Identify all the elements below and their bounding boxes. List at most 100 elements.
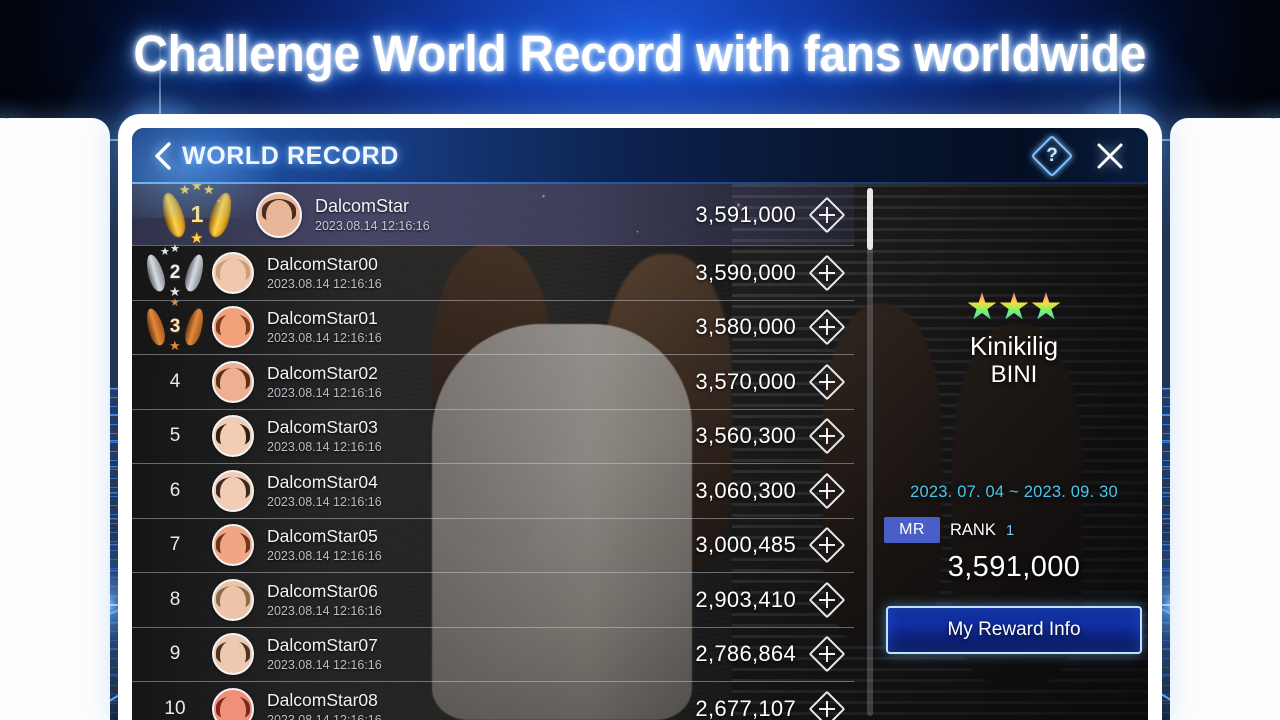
- player-name: DalcomStar00: [267, 253, 378, 274]
- mr-badge: MR: [884, 517, 940, 544]
- leaderboard-row[interactable]: 6 DalcomStar04 2023.08.14 12:16:16 3,060,30…: [132, 464, 854, 519]
- help-button[interactable]: ?: [1030, 134, 1074, 178]
- song-info-panel: Kinikilig BINI 2023. 07. 04 ~ 2023. 09. …: [880, 184, 1148, 720]
- wreath-leaf-right: [182, 252, 207, 294]
- player-name: DalcomStar01: [267, 308, 378, 329]
- medal-star: ★: [170, 242, 180, 255]
- player-record-date: 2023.08.14 12:16:16: [267, 603, 382, 618]
- rank-cell: 5: [138, 425, 212, 447]
- avatar-face: [220, 585, 246, 616]
- leaderboard-row[interactable]: 10 DalcomStar082023.08.14 12:16:16 2,677,1…: [132, 682, 854, 720]
- add-diamond-icon[interactable]: [808, 363, 846, 401]
- add-diamond-icon[interactable]: [808, 254, 846, 292]
- back-button[interactable]: [142, 128, 182, 184]
- avatar-face: [220, 422, 246, 452]
- rank-label: RANK: [950, 520, 996, 539]
- promo-banner: Challenge World Record with fans worldwi…: [0, 24, 1280, 83]
- avatar: [212, 633, 254, 676]
- song-title: Kinikilig: [969, 331, 1059, 361]
- player-name: DalcomStar08: [267, 690, 378, 711]
- player-score: 3,591,000: [695, 201, 796, 227]
- player-info: DalcomStar05 2023.08.14 12:16:16: [267, 526, 382, 564]
- side-device-frame-left: [0, 118, 110, 720]
- rank-medal-bronze-icon: ★ ★ 3: [143, 298, 207, 352]
- difficulty-star: [1031, 292, 1061, 320]
- leaderboard-row[interactable]: 8 DalcomStar06 2023.08.14 12:16:16 2,903,41…: [132, 573, 854, 628]
- avatar-face: [220, 476, 246, 507]
- add-diamond-icon[interactable]: [808, 196, 846, 233]
- leaderboard-scrollbar[interactable]: [867, 188, 873, 716]
- leaderboard-list[interactable]: ★★★★1DalcomStar2023.08.14 12:16:163,591,…: [132, 184, 854, 720]
- player-score: 3,560,300: [695, 423, 796, 449]
- player-name: DalcomStar07: [267, 635, 378, 656]
- player-score: 3,060,300: [695, 477, 796, 503]
- leaderboard-row[interactable]: 7 DalcomStar05 2023.08.14 12:16:16 3,000,48…: [132, 519, 854, 573]
- avatar-face: [220, 640, 246, 670]
- app-header: WORLD RECORD ?: [132, 128, 1148, 218]
- player-name: DalcomStar06: [267, 580, 378, 601]
- app-screen: WORLD RECORD ? ★ DalcomStar 2023.08.14 1…: [132, 128, 1148, 720]
- rank-cell: 9: [138, 643, 212, 665]
- player-record-date: 2023.08.14 12:16:16: [267, 549, 382, 564]
- header-actions: ?: [1030, 134, 1148, 178]
- rank-number: 9: [169, 643, 181, 665]
- player-info: DalcomStar01 2023.08.14 12:16:16: [267, 308, 382, 346]
- avatar-face: [220, 531, 246, 561]
- leaderboard-row[interactable]: 9 DalcomStar07 2023.08.14 12:16:16 2,786,86…: [132, 628, 854, 682]
- medal-star: ★: [160, 245, 170, 258]
- avatar: [212, 578, 254, 621]
- chevron-left-icon: [155, 142, 171, 170]
- rank-cell: 6: [138, 480, 212, 502]
- leaderboard-row[interactable]: 4 DalcomStar02 2023.08.14 12:16:16 3,570,00…: [132, 355, 854, 410]
- add-diamond-icon[interactable]: [808, 690, 846, 720]
- avatar: [212, 251, 254, 294]
- rank-cell: 10: [138, 698, 212, 720]
- difficulty-star: [999, 292, 1029, 320]
- rank-value: 1: [1005, 521, 1015, 539]
- add-diamond-icon[interactable]: [808, 308, 846, 346]
- plus-vertical: [826, 319, 828, 336]
- player-score: 2,786,864: [695, 641, 796, 667]
- add-diamond-icon[interactable]: [808, 526, 846, 564]
- plus-vertical: [826, 482, 828, 499]
- player-record-date: 2023.08.14 12:16:16: [267, 440, 382, 455]
- player-name: DalcomStar05: [267, 526, 378, 547]
- close-button[interactable]: [1090, 136, 1130, 176]
- player-score: 2,903,410: [695, 586, 796, 612]
- my-reward-info-label: My Reward Info: [947, 619, 1081, 641]
- player-name: DalcomStar03: [267, 417, 378, 438]
- scrollbar-thumb[interactable]: [867, 188, 873, 250]
- player-info: DalcomStar082023.08.14 12:16:16: [267, 690, 382, 720]
- plus-vertical: [826, 264, 828, 281]
- player-info: DalcomStar04 2023.08.14 12:16:16: [267, 472, 382, 510]
- device-frame: WORLD RECORD ? ★ DalcomStar 2023.08.14 1…: [118, 114, 1162, 720]
- leaderboard-row[interactable]: 5 DalcomStar03 2023.08.14 12:16:16 3,560,30…: [132, 410, 854, 464]
- add-diamond-icon[interactable]: [808, 417, 846, 455]
- plus-vertical: [826, 701, 828, 718]
- my-reward-info-button[interactable]: My Reward Info: [886, 606, 1142, 655]
- leaderboard-row[interactable]: ★ ★ ★ 2 DalcomStar00 2023.08.14 12:16:16 3,590…: [132, 242, 854, 301]
- player-score: 2,677,107: [695, 696, 796, 720]
- add-diamond-icon[interactable]: [808, 472, 846, 510]
- plus-vertical: [826, 206, 828, 223]
- player-record-date: 2023.08.14 12:16:16: [267, 385, 382, 400]
- medal-star: ★: [170, 297, 180, 310]
- rank-cell: 8: [138, 589, 212, 611]
- wreath-leaf-left: [143, 306, 168, 348]
- add-diamond-icon[interactable]: [808, 581, 846, 619]
- player-score: 3,590,000: [695, 259, 796, 285]
- player-info: DalcomStar 2023.08.14 12:16:16: [315, 195, 430, 234]
- rank-number: 2: [169, 261, 181, 283]
- add-diamond-icon[interactable]: [808, 635, 846, 673]
- screenshot-stage: Challenge World Record with fans worldwi…: [0, 0, 1280, 720]
- player-info: DalcomStar07 2023.08.14 12:16:16: [267, 635, 382, 673]
- wreath-leaf-left: [143, 252, 168, 294]
- rank-number: 7: [169, 534, 181, 556]
- avatar: [212, 415, 254, 458]
- avatar-face: [220, 367, 246, 398]
- wreath-leaf-right: [182, 306, 207, 348]
- player-record-date: 2023.08.14 12:16:16: [267, 712, 382, 720]
- event-date-range: 2023. 07. 04 ~ 2023. 09. 30: [910, 483, 1118, 502]
- leaderboard-row[interactable]: ★ ★ 3 DalcomStar01 2023.08.14 12:16:16 3,580,…: [132, 298, 854, 355]
- rank-number: 3: [169, 316, 181, 338]
